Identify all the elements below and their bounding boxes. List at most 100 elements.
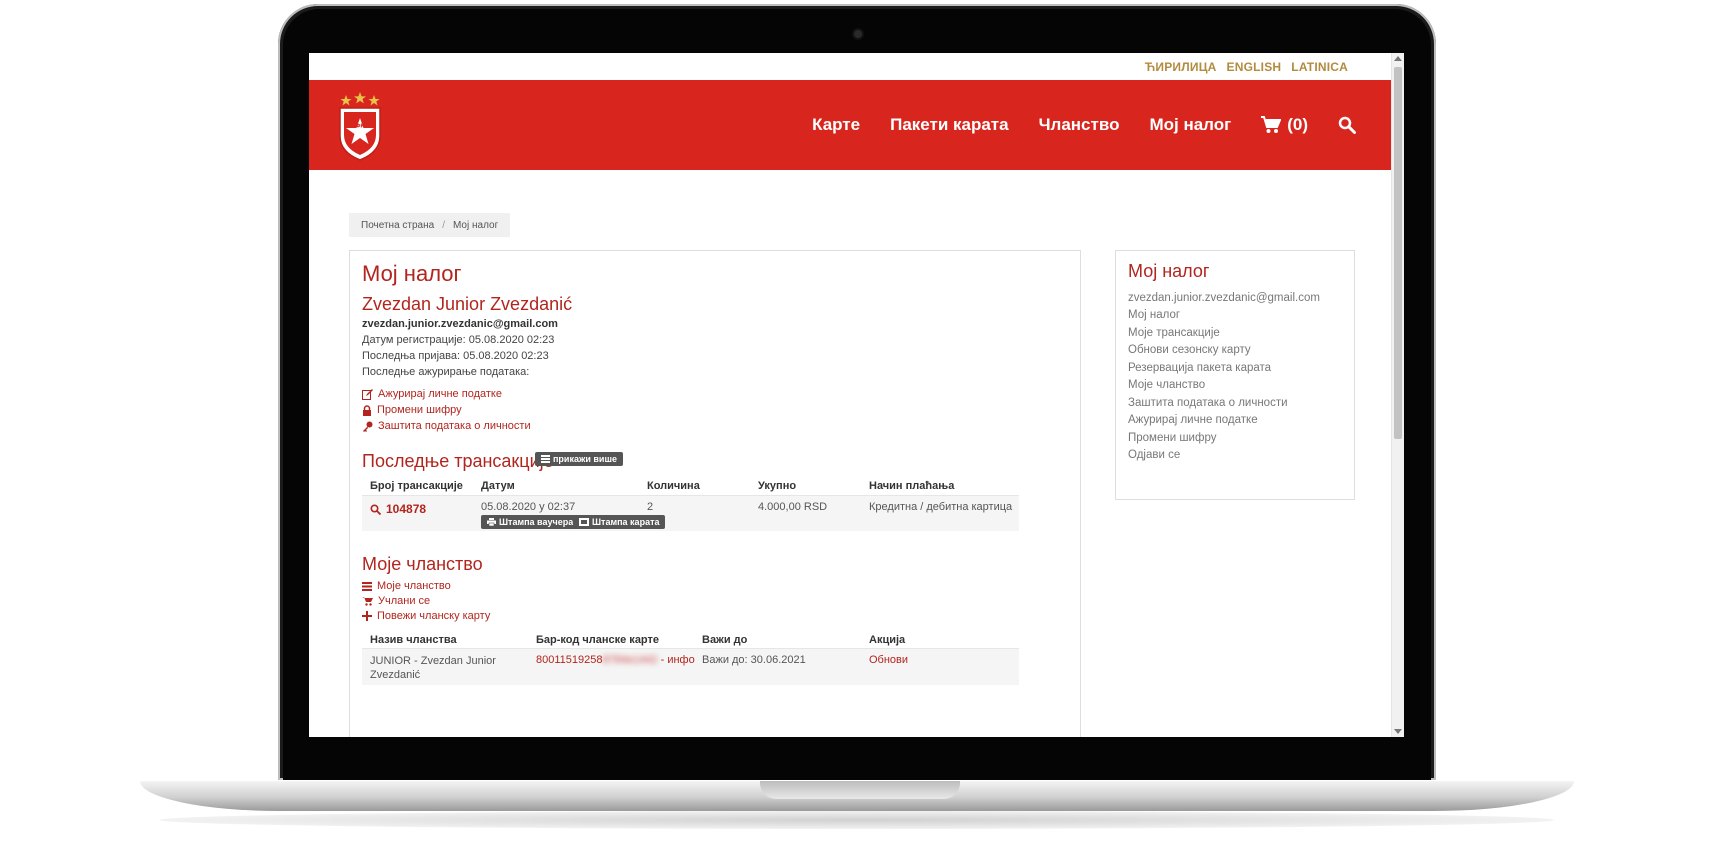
breadcrumb-home[interactable]: Почетна страна [361,220,434,231]
my-membership-label: Моје чланство [377,580,451,592]
nav-packages[interactable]: Пакети карата [890,115,1009,135]
lang-cyrillic-link[interactable]: ЋИРИЛИЦА [1145,60,1217,74]
print-voucher-button[interactable]: Штампа ваучера [481,515,580,529]
membership-title: Моје чланство [362,554,483,574]
key-icon [363,421,373,432]
th-total: Укупно [758,480,797,492]
update-profile-link[interactable]: Ажурирај личне податке [362,388,502,400]
ticket-icon [579,518,589,526]
sidebar-item-membership[interactable]: Моје чланство [1128,379,1205,391]
link-card-label: Повежи чланску карту [377,610,491,622]
printer-icon [487,518,496,526]
last-update: Последње ажурирање података: [362,366,530,378]
my-membership-link[interactable]: Моје чланство [362,580,451,592]
club-logo-icon[interactable]: ФК [337,92,383,162]
registration-date: Датум регистрације: 05.08.2020 02:23 [362,334,555,346]
list-icon [541,455,550,463]
scroll-up-icon[interactable] [1394,56,1402,61]
account-main-panel: Мој налог Zvezdan Junior Zvezdanić zvezd… [349,250,1081,737]
membership-valid: Важи до: 30.06.2021 [702,654,806,666]
th-date: Датум [481,480,515,492]
transaction-id: 104878 [386,502,427,516]
sidebar-item-renew-season[interactable]: Обнови сезонску карту [1128,344,1251,356]
scroll-thumb[interactable] [1394,67,1402,439]
account-sidebar: Мој налог zvezdan.junior.zvezdanic@gmail… [1115,250,1355,500]
join-label: Учлани се [378,595,431,607]
logo-text: ФК [355,124,365,130]
page: ЋИРИЛИЦА ENGLISH LATINICA ФК Карте Пакет… [309,53,1392,737]
th-transaction-number: Број трансакције [370,480,463,492]
th-action: Акција [869,634,906,646]
last-login: Последња пријава: 05.08.2020 02:23 [362,350,549,362]
nav-tickets[interactable]: Карте [812,115,860,135]
breadcrumb: Почетна страна / Мој налог [349,213,511,237]
sidebar-item-account[interactable]: Мој налог [1128,309,1180,321]
breadcrumb-current: Мој налог [452,219,499,231]
vertical-scrollbar[interactable] [1391,53,1404,737]
cart-count: (0) [1287,115,1308,134]
barcode-info: - инфо [660,654,695,666]
table-row: 104878 05.08.2020 у 02:37 Штампа ваучера… [362,495,1019,531]
show-more-label: прикажи више [553,454,617,464]
transaction-quantity: 2 [647,501,654,513]
print-tickets-button[interactable]: Штампа карата [573,515,666,529]
th-payment-method: Начин плаћања [869,480,955,492]
search-icon [370,503,381,515]
link-card-link[interactable]: Повежи чланску карту [362,610,490,622]
sidebar-item-transactions[interactable]: Моје трансакције [1128,327,1220,339]
print-tickets-label: Штампа карата [592,517,660,527]
renew-link[interactable]: Обнови [869,654,908,666]
page-title: Мој налог [362,261,462,286]
sidebar-title: Мој налог [1128,261,1210,281]
barcode-link[interactable]: 800115192588784e1442 - инфо [536,654,695,666]
camera-icon [854,30,862,38]
th-quantity: Количина [647,480,700,492]
transaction-id-link[interactable]: 104878 [370,502,426,516]
th-valid-until: Важи до [702,634,748,646]
nav-membership[interactable]: Чланство [1039,115,1120,135]
lang-english-link[interactable]: ENGLISH [1227,60,1282,74]
cart-icon [1261,116,1282,133]
list-icon [362,581,372,591]
user-email: zvezdan.junior.zvezdanic@gmail.com [362,318,558,330]
sidebar-item-update-profile[interactable]: Ажурирај личне податке [1128,414,1258,426]
th-membership-name: Назив чланства [370,634,457,646]
membership-name: JUNIOR - Zvezdan Junior Zvezdanić [370,655,496,681]
lang-latin-link[interactable]: LATINICA [1291,60,1348,74]
language-bar: ЋИРИЛИЦА ENGLISH LATINICA [309,53,1392,80]
site-header: ФК Карте Пакети карата Чланство Мој нало… [309,80,1392,170]
join-link[interactable]: Учлани се [362,595,430,607]
sidebar-item-change-password[interactable]: Промени шифру [1128,432,1216,444]
browser-viewport: ЋИРИЛИЦА ENGLISH LATINICA ФК Карте Пакет… [309,53,1404,737]
cart-icon [362,597,373,606]
scroll-down-icon[interactable] [1394,729,1402,734]
th-barcode: Бар-код чланске карте [536,634,660,646]
barcode-visible: 80011519258 [536,654,603,666]
privacy-link[interactable]: Заштита података о личности [362,420,531,432]
sidebar-item-package-reservation[interactable]: Резервација пакета карата [1128,362,1271,374]
sidebar-item-email: zvezdan.junior.zvezdanic@gmail.com [1128,292,1320,304]
table-row: JUNIOR - Zvezdan Junior Zvezdanić 800115… [362,648,1019,685]
sidebar-item-privacy[interactable]: Заштита података о личности [1128,397,1288,409]
barcode-hidden: 8784e1442 [602,654,658,666]
print-voucher-label: Штампа ваучера [499,517,574,527]
show-more-button[interactable]: прикажи више [535,452,623,466]
change-password-link[interactable]: Промени шифру [362,404,462,416]
nav-account[interactable]: Мој налог [1149,115,1231,135]
nav-search[interactable] [1338,116,1356,134]
transaction-total: 4.000,00 RSD [758,501,828,513]
laptop-shadow [160,811,1554,829]
plus-icon [362,611,372,621]
edit-icon [362,388,373,400]
transactions-title: Последње трансакције [362,451,554,471]
lock-icon [363,404,371,416]
change-password-label: Промени шифру [377,404,462,416]
transaction-method: Кредитна / дебитна картица [869,501,1013,513]
privacy-label: Заштита података о личности [378,420,531,432]
transaction-date: 05.08.2020 у 02:37 [481,501,576,513]
search-icon [1338,116,1356,134]
breadcrumb-separator: / [442,219,445,231]
sidebar-item-logout[interactable]: Одјави се [1128,449,1180,461]
nav-cart[interactable]: (0) [1261,115,1308,135]
update-profile-label: Ажурирај личне податке [378,388,502,400]
